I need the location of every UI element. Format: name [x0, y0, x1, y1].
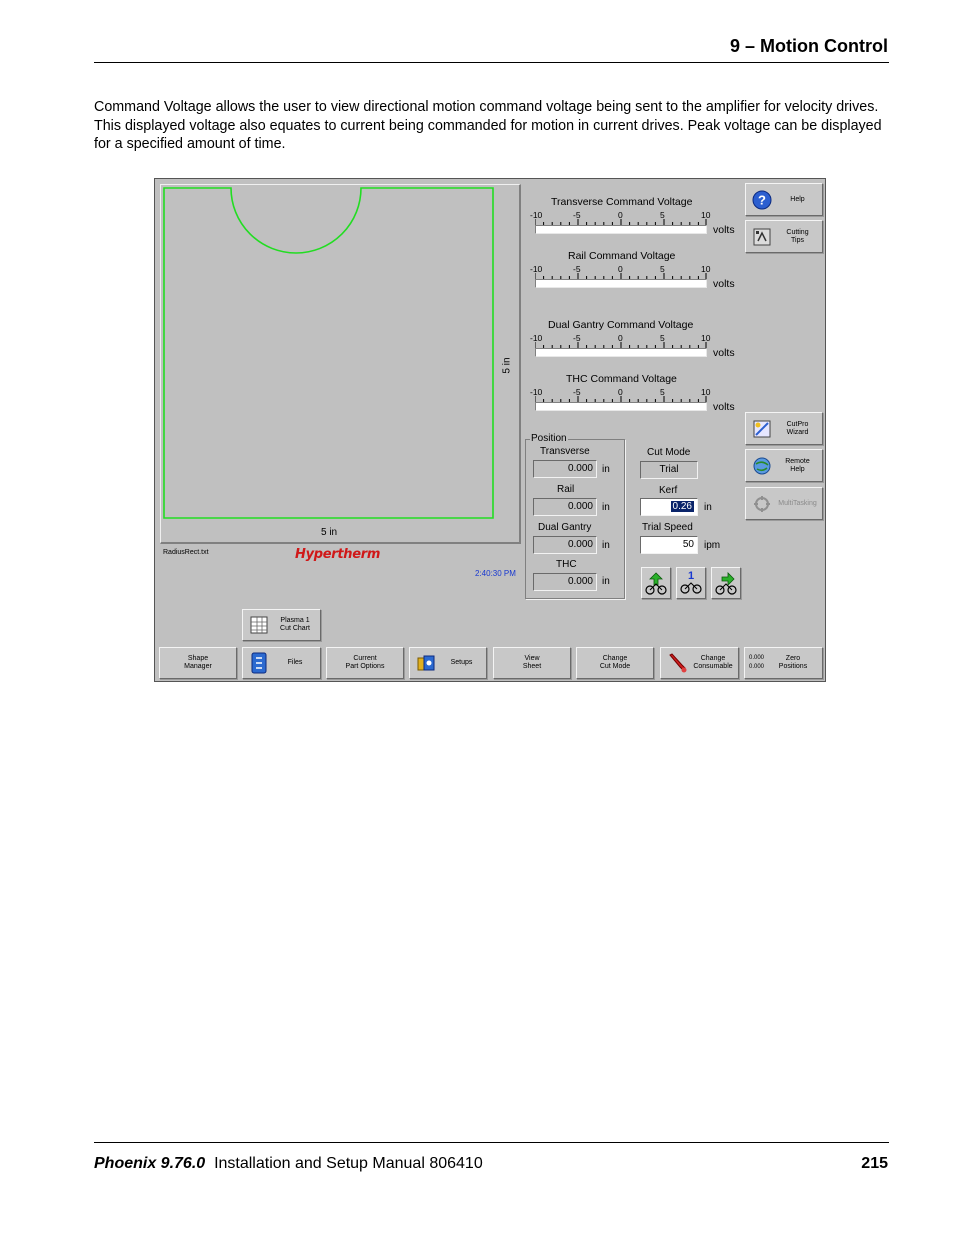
meter-title: Dual Gantry Command Voltage [548, 319, 694, 331]
footer-manual-title: Installation and Setup Manual 806410 [214, 1155, 483, 1172]
kerf-input[interactable]: 0.26 [640, 498, 698, 516]
help-label: Help [790, 195, 805, 203]
part-view: 5 in 5 in [160, 184, 521, 544]
motion-number: 1 [687, 570, 695, 582]
position-field-thc: 0.000 [533, 573, 597, 591]
cutpro-wizard-button[interactable]: CutPro Wizard [745, 412, 823, 445]
meter-title: THC Command Voltage [566, 373, 677, 385]
part-outline [163, 187, 494, 519]
zero-readout-2: 0.000 [749, 664, 765, 670]
change-consumable-button[interactable]: Change Consumable [660, 647, 739, 679]
position-label-rail: Rail [557, 484, 575, 495]
softkey-label: Setups [450, 659, 473, 666]
position-unit: in [602, 540, 610, 551]
plasma-cut-chart-label: Plasma 1 Cut Chart [280, 617, 310, 632]
multitasking-icon [751, 493, 773, 515]
softkey-label: Files [287, 659, 303, 666]
meter-unit: volts [713, 278, 735, 290]
intro-paragraph: Command Voltage allows the user to view … [94, 99, 882, 152]
cut-mode-label: Cut Mode [647, 447, 691, 458]
files-icon [248, 652, 270, 674]
wrench-icon [666, 652, 688, 674]
softkey-label: Change Consumable [693, 655, 733, 670]
phoenix-screenshot: 5 in 5 in RadiusRect.txt Hypertherm 2:40… [154, 178, 826, 682]
meter-title: Rail Command Voltage [568, 250, 676, 262]
cutpro-wizard-label: CutPro Wizard [786, 420, 809, 436]
cutting-tips-button[interactable]: Cutting Tips [745, 220, 823, 253]
height-dimension-label: 5 in [501, 357, 513, 374]
multitasking-label: MultiTasking [778, 499, 817, 507]
position-label-dual-gantry: Dual Gantry [538, 522, 592, 533]
trial-speed-unit: ipm [704, 540, 721, 551]
footer-manual: Phoenix 9.76.0 Installation and Setup Ma… [94, 1155, 483, 1173]
position-label-thc: THC [556, 559, 577, 570]
width-dimension-label: 5 in [321, 527, 338, 538]
move-forward-button[interactable] [711, 567, 741, 599]
position-group-title: Position [530, 433, 568, 444]
softkey-label: Shape Manager [184, 655, 212, 670]
setups-button[interactable]: Setups [409, 647, 487, 679]
cut-chart-icon [248, 614, 270, 636]
remote-help-button[interactable]: Remote Help [745, 449, 823, 482]
meter-unit: volts [713, 347, 735, 359]
motion-number-button[interactable]: 1 [676, 567, 706, 599]
position-unit: in [602, 502, 610, 513]
kerf-value: 0.26 [670, 501, 694, 512]
kerf-label: Kerf [659, 485, 678, 496]
section-title: 9 – Motion Control [730, 36, 888, 56]
softkey-label: Zero Positions [778, 655, 808, 670]
setups-icon [415, 652, 437, 674]
meter-bar [535, 348, 707, 357]
softkey-label: Change Cut Mode [599, 655, 631, 670]
clock: 2:40:30 PM [475, 569, 516, 578]
current-part-options-button[interactable]: Current Part Options [326, 647, 404, 679]
position-unit: in [602, 576, 610, 587]
cutting-tips-icon [751, 226, 773, 248]
remote-help-label: Remote Help [785, 457, 810, 473]
shape-manager-button[interactable]: Shape Manager [159, 647, 237, 679]
cutpro-wizard-icon [751, 418, 773, 440]
globe-icon [751, 455, 773, 477]
meter-title: Transverse Command Voltage [551, 196, 693, 208]
svg-text:?: ? [758, 192, 766, 207]
help-icon: ? [751, 189, 773, 211]
help-button[interactable]: ? Help [745, 183, 823, 216]
meter-bar [535, 279, 707, 288]
position-label-transverse: Transverse [540, 446, 590, 457]
zero-positions-button[interactable]: 0.000 0.000 Zero Positions [744, 647, 823, 679]
meter-bar [535, 402, 707, 411]
position-field-transverse: 0.000 [533, 460, 597, 478]
header-rule [94, 62, 889, 63]
page-number: 215 [861, 1155, 888, 1172]
torch-back-icon [645, 572, 667, 595]
view-sheet-button[interactable]: View Sheet [493, 647, 571, 679]
footer-rule [94, 1142, 889, 1143]
multitasking-button[interactable]: MultiTasking [745, 487, 823, 520]
kerf-unit: in [704, 502, 712, 513]
files-button[interactable]: Files [242, 647, 321, 679]
move-back-button[interactable] [641, 567, 671, 599]
change-cut-mode-button[interactable]: Change Cut Mode [576, 647, 654, 679]
meter-bar [535, 225, 707, 234]
hypertherm-logo: Hypertherm [295, 547, 381, 562]
footer-product: Phoenix 9.76.0 [94, 1155, 206, 1172]
softkey-label: View Sheet [522, 655, 542, 670]
zero-readout-1: 0.000 [749, 655, 765, 661]
zero-positions-readout: 0.000 0.000 [749, 654, 764, 672]
torch-icon [680, 582, 702, 594]
trial-speed-input[interactable]: 50 [640, 536, 698, 554]
position-field-rail: 0.000 [533, 498, 597, 516]
file-name: RadiusRect.txt [163, 549, 209, 556]
plasma-cut-chart-button[interactable]: Plasma 1 Cut Chart [242, 609, 321, 641]
torch-forward-icon [715, 572, 737, 595]
softkey-label: Current Part Options [345, 655, 385, 670]
trial-speed-label: Trial Speed [642, 522, 693, 533]
meter-unit: volts [713, 224, 735, 236]
meter-unit: volts [713, 401, 735, 413]
position-unit: in [602, 464, 610, 475]
cut-mode-field: Trial [640, 461, 698, 479]
position-field-dual-gantry: 0.000 [533, 536, 597, 554]
cutting-tips-label: Cutting Tips [786, 228, 809, 244]
